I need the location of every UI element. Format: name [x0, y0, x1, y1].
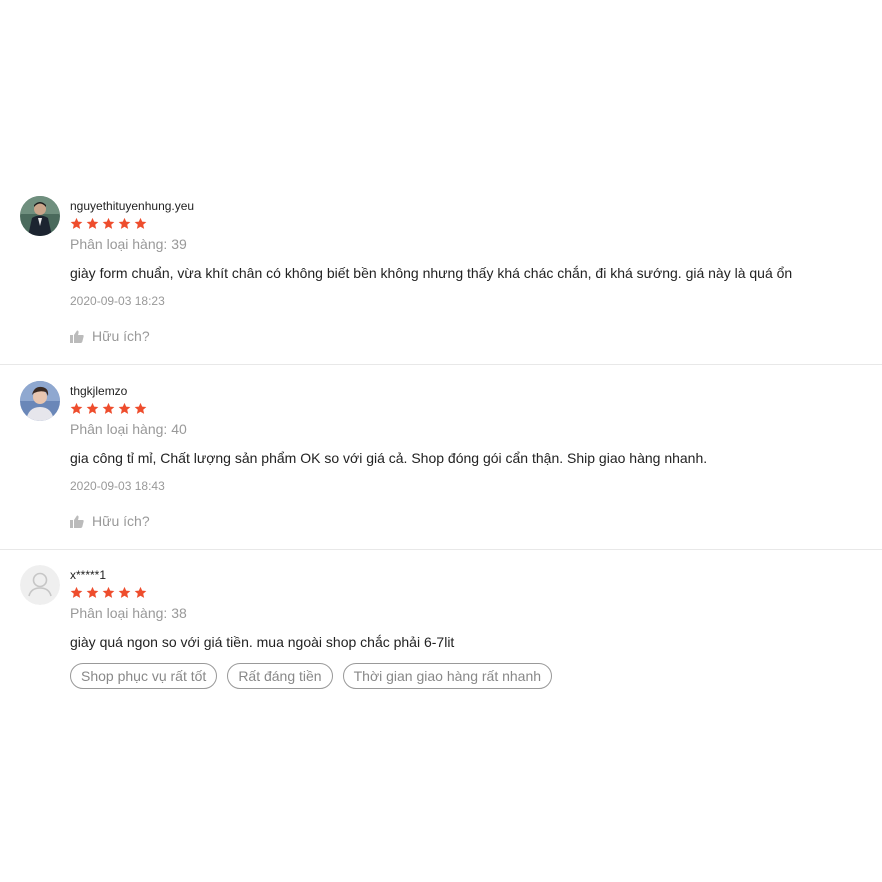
- avatar[interactable]: [20, 196, 60, 236]
- variant-label: Phân loại hàng: 39: [70, 236, 187, 252]
- review-item: nguyethituyenhung.yeu Phân loại hàng: 39…: [0, 196, 882, 365]
- rating-stars: [70, 217, 147, 230]
- variant-label: Phân loại hàng: 40: [70, 421, 187, 437]
- avatar[interactable]: [20, 565, 60, 605]
- review-tag[interactable]: Shop phục vụ rất tốt: [70, 663, 218, 689]
- star-icon: [102, 586, 115, 598]
- helpful-button[interactable]: Hữu ích?: [70, 513, 150, 529]
- star-icon: [70, 402, 83, 414]
- review-comment: gia công tỉ mỉ, Chất lượng sản phẩm OK s…: [70, 450, 708, 466]
- thumbs-up-icon: [70, 515, 84, 528]
- user-photo-portrait-icon: [20, 381, 60, 421]
- rating-stars: [70, 586, 147, 599]
- star-icon: [118, 217, 131, 229]
- star-icon: [134, 586, 147, 598]
- star-icon: [102, 217, 115, 229]
- review-comment: giày form chuẩn, vừa khít chân có không …: [70, 265, 793, 281]
- star-icon: [118, 402, 131, 414]
- star-icon: [118, 586, 131, 598]
- author-name[interactable]: x*****1: [70, 568, 106, 582]
- review-item: x*****1 Phân loại hàng: 38 giày quá ngon…: [0, 565, 882, 705]
- star-icon: [86, 217, 99, 229]
- author-name[interactable]: thgkjlemzo: [70, 384, 127, 398]
- star-icon: [86, 402, 99, 414]
- helpful-button[interactable]: Hữu ích?: [70, 328, 150, 344]
- review-tag[interactable]: Rất đáng tiền: [227, 663, 333, 689]
- variant-label: Phân loại hàng: 38: [70, 605, 187, 621]
- review-timestamp: 2020-09-03 18:23: [70, 294, 165, 308]
- review-timestamp: 2020-09-03 18:43: [70, 479, 165, 493]
- star-icon: [86, 586, 99, 598]
- star-icon: [70, 217, 83, 229]
- review-list: nguyethituyenhung.yeu Phân loại hàng: 39…: [0, 0, 882, 882]
- star-icon: [70, 586, 83, 598]
- review-item: thgkjlemzo Phân loại hàng: 40 gia công t…: [0, 381, 882, 550]
- star-icon: [134, 217, 147, 229]
- helpful-label: Hữu ích?: [92, 328, 150, 344]
- rating-stars: [70, 402, 147, 415]
- avatar[interactable]: [20, 381, 60, 421]
- review-tag[interactable]: Thời gian giao hàng rất nhanh: [342, 663, 553, 689]
- thumbs-up-icon: [70, 330, 84, 343]
- helpful-label: Hữu ích?: [92, 513, 150, 529]
- review-tags: Shop phục vụ rất tốt Rất đáng tiền Thời …: [70, 663, 553, 689]
- star-icon: [134, 402, 147, 414]
- review-comment: giày quá ngon so với giá tiền. mua ngoài…: [70, 634, 455, 650]
- star-icon: [102, 402, 115, 414]
- author-name[interactable]: nguyethituyenhung.yeu: [70, 199, 194, 213]
- user-photo-suit-icon: [20, 196, 60, 236]
- default-user-icon: [20, 565, 60, 605]
